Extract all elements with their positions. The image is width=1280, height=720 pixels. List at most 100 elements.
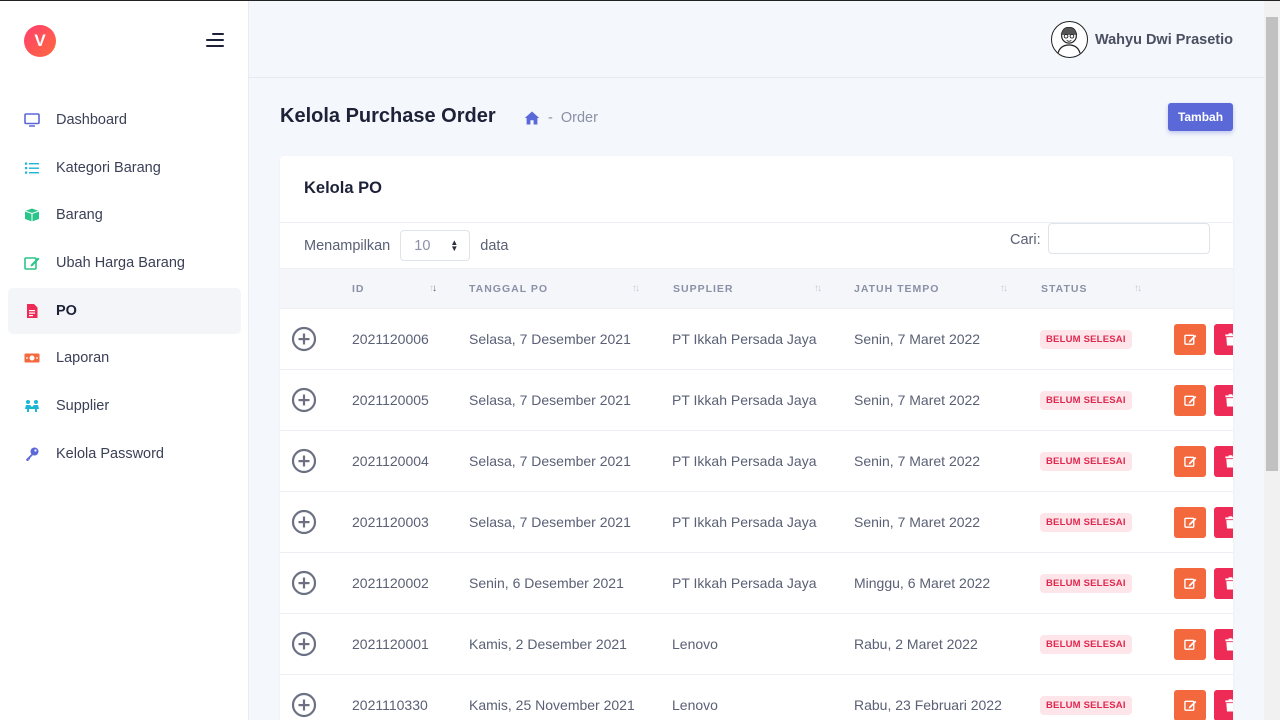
trash-icon bbox=[1224, 638, 1233, 651]
sort-icon[interactable]: ↑↓ bbox=[1134, 283, 1142, 294]
delete-button[interactable] bbox=[1214, 324, 1233, 355]
trash-icon bbox=[1224, 333, 1233, 346]
edit-icon bbox=[1183, 395, 1196, 406]
sidebar-item-po[interactable]: PO bbox=[8, 287, 241, 334]
column-label: STATUS bbox=[1041, 282, 1088, 295]
file-icon bbox=[24, 303, 40, 319]
sidebar-item-kelola-password[interactable]: Kelola Password bbox=[8, 431, 241, 477]
list-icon bbox=[24, 160, 40, 176]
cell-id: 2021120003 bbox=[352, 514, 429, 530]
column-header-status[interactable]: STATUS bbox=[1041, 269, 1087, 308]
table-header: ID ↑↓ TANGGAL PO ↑↓ SUPPLIER ↑↓ JATUH TE… bbox=[280, 268, 1233, 309]
username: Wahyu Dwi Prasetio bbox=[1094, 31, 1233, 48]
expand-row-icon[interactable] bbox=[291, 387, 317, 413]
delete-button[interactable] bbox=[1214, 385, 1233, 416]
expand-row-icon[interactable] bbox=[291, 692, 317, 718]
sort-icon[interactable]: ↑↓ bbox=[1000, 283, 1008, 294]
status-badge: BELUM SELESAI bbox=[1040, 452, 1132, 471]
cell-jatuh-tempo: Senin, 7 Maret 2022 bbox=[854, 514, 981, 530]
search-control: Cari: bbox=[1010, 223, 1210, 254]
expand-row-icon[interactable] bbox=[291, 509, 317, 535]
sidebar-item-label: Kategori Barang bbox=[56, 159, 161, 176]
delete-button[interactable] bbox=[1214, 690, 1233, 720]
column-label: ID bbox=[352, 282, 365, 295]
table-row: 2021120003 Selasa, 7 Desember 2021 PT Ik… bbox=[280, 492, 1233, 553]
avatar[interactable] bbox=[1050, 21, 1088, 58]
sort-icon[interactable]: ↑↓ bbox=[429, 283, 437, 294]
add-button[interactable]: Tambah bbox=[1168, 103, 1233, 131]
delete-button[interactable] bbox=[1214, 446, 1233, 477]
cell-supplier: PT Ikkah Persada Jaya bbox=[672, 453, 817, 469]
search-label: Cari: bbox=[1010, 231, 1041, 248]
sidebar-item-barang[interactable]: Barang bbox=[8, 192, 241, 238]
edit-button[interactable] bbox=[1174, 690, 1206, 720]
delete-button[interactable] bbox=[1214, 507, 1233, 538]
cell-tanggal-po: Selasa, 7 Desember 2021 bbox=[469, 392, 631, 408]
cell-supplier: PT Ikkah Persada Jaya bbox=[672, 514, 817, 530]
status-badge: BELUM SELESAI bbox=[1040, 635, 1132, 654]
home-icon[interactable] bbox=[524, 110, 540, 126]
sidebar-item-label: Dashboard bbox=[56, 112, 127, 128]
sidebar-item-supplier[interactable]: Supplier bbox=[8, 383, 241, 429]
cell-jatuh-tempo: Rabu, 23 Februari 2022 bbox=[854, 697, 1002, 713]
sidebar-nav: Dashboard Kategori Barang Barang Ubah Harga… bbox=[8, 97, 241, 479]
column-label: TANGGAL PO bbox=[469, 282, 549, 295]
trash-icon bbox=[1224, 516, 1233, 529]
cell-tanggal-po: Kamis, 2 Desember 2021 bbox=[469, 636, 627, 652]
edit-button[interactable] bbox=[1174, 385, 1206, 416]
breadcrumb-separator: - bbox=[548, 110, 553, 126]
cell-tanggal-po: Kamis, 25 November 2021 bbox=[469, 697, 635, 713]
menu-toggle-icon[interactable] bbox=[206, 32, 226, 48]
edit-button[interactable] bbox=[1174, 446, 1206, 477]
scrollbar-thumb[interactable] bbox=[1266, 17, 1278, 471]
page-scrollbar[interactable] bbox=[1264, 1, 1280, 720]
sidebar-item-ubah-harga-barang[interactable]: Ubah Harga Barang bbox=[8, 240, 241, 286]
expand-row-icon[interactable] bbox=[291, 326, 317, 352]
cell-jatuh-tempo: Senin, 7 Maret 2022 bbox=[854, 392, 981, 408]
edit-button[interactable] bbox=[1174, 629, 1206, 660]
cell-jatuh-tempo: Senin, 7 Maret 2022 bbox=[854, 331, 981, 347]
expand-row-icon[interactable] bbox=[291, 631, 317, 657]
sidebar-item-laporan[interactable]: Laporan bbox=[8, 335, 241, 381]
status-badge: BELUM SELESAI bbox=[1040, 391, 1132, 410]
column-label: SUPPLIER bbox=[673, 282, 734, 295]
table-row: 2021120004 Selasa, 7 Desember 2021 PT Ik… bbox=[280, 431, 1233, 492]
sidebar-item-kategori-barang[interactable]: Kategori Barang bbox=[8, 145, 241, 191]
edit-button[interactable] bbox=[1174, 507, 1206, 538]
cell-id: 2021120005 bbox=[352, 392, 429, 408]
cell-jatuh-tempo: Senin, 7 Maret 2022 bbox=[854, 453, 981, 469]
cell-id: 2021120002 bbox=[352, 575, 429, 591]
length-select[interactable]: 10 ▲ ▼ bbox=[400, 230, 471, 261]
edit-icon bbox=[1183, 578, 1196, 589]
length-control: Menampilkan 10 ▲ ▼ data bbox=[304, 230, 508, 261]
column-header-tanggal[interactable]: TANGGAL PO bbox=[469, 269, 548, 308]
expand-row-icon[interactable] bbox=[291, 448, 317, 474]
money-icon bbox=[24, 350, 40, 366]
user-menu[interactable]: Wahyu Dwi Prasetio bbox=[1050, 21, 1233, 58]
page-title: Kelola Purchase Order bbox=[280, 105, 496, 127]
sidebar-item-dashboard[interactable]: Dashboard bbox=[8, 97, 241, 143]
delete-button[interactable] bbox=[1214, 629, 1233, 660]
expand-row-icon[interactable] bbox=[291, 570, 317, 596]
column-header-id[interactable]: ID bbox=[352, 269, 365, 308]
sort-icon[interactable]: ↑↓ bbox=[632, 283, 640, 294]
edit-button[interactable] bbox=[1174, 324, 1206, 355]
app-logo[interactable]: V bbox=[24, 25, 56, 57]
card-title: Kelola PO bbox=[304, 179, 382, 197]
key-icon bbox=[24, 446, 40, 462]
status-badge: BELUM SELESAI bbox=[1040, 696, 1132, 715]
trash-icon bbox=[1224, 699, 1233, 712]
edit-icon bbox=[1183, 639, 1196, 650]
edit-button[interactable] bbox=[1174, 568, 1206, 599]
monitor-icon bbox=[24, 112, 40, 128]
delete-button[interactable] bbox=[1214, 568, 1233, 599]
trash-icon bbox=[1224, 455, 1233, 468]
breadcrumb-current: Order bbox=[560, 110, 598, 126]
column-header-jatuh-tempo[interactable]: JATUH TEMPO bbox=[854, 269, 939, 308]
sidebar-item-label: Ubah Harga Barang bbox=[56, 255, 185, 272]
sort-icon[interactable]: ↑↓ bbox=[814, 283, 822, 294]
sidebar: V Dashboard Kategori Barang Barang Ubah Har… bbox=[0, 1, 249, 720]
column-header-supplier[interactable]: SUPPLIER bbox=[673, 269, 734, 308]
table-row: 2021120005 Selasa, 7 Desember 2021 PT Ik… bbox=[280, 370, 1233, 431]
search-input[interactable] bbox=[1047, 223, 1210, 254]
